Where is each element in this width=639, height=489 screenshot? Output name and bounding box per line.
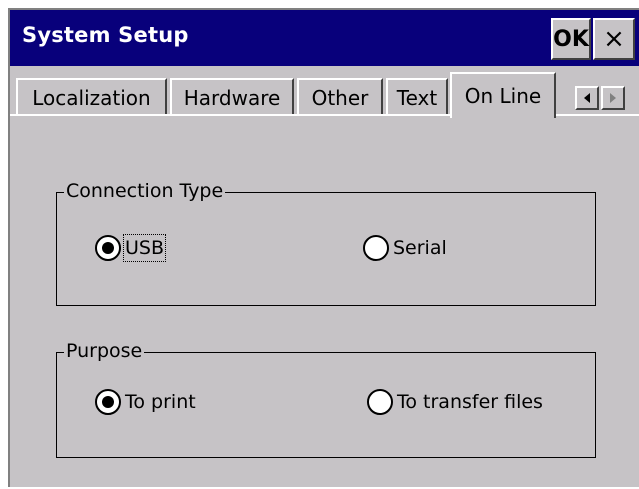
purpose-legend: Purpose: [64, 339, 145, 363]
ok-button[interactable]: OK: [551, 18, 591, 60]
title-bar: System Setup OK ×: [10, 10, 639, 66]
window-title: System Setup: [22, 23, 189, 47]
arrow-right-icon: [610, 93, 616, 103]
usb-radio-label: USB: [122, 234, 167, 262]
arrow-left-icon: [584, 93, 590, 103]
connection-type-group: Connection Type USB Serial: [56, 179, 596, 306]
radio-selected-icon: [95, 389, 121, 415]
system-setup-window: System Setup OK × Localization Hardware …: [8, 8, 639, 487]
to-transfer-files-radio[interactable]: To transfer files: [367, 389, 543, 415]
tab-hardware[interactable]: Hardware: [170, 78, 294, 116]
tab-localization[interactable]: Localization: [16, 78, 167, 116]
radio-unselected-icon: [363, 235, 389, 261]
to-transfer-files-radio-label: To transfer files: [397, 391, 543, 413]
radio-unselected-icon: [367, 389, 393, 415]
serial-radio[interactable]: Serial: [363, 235, 447, 261]
usb-radio[interactable]: USB: [95, 234, 167, 262]
on-line-tab-panel: Connection Type USB Serial Purpose To pr…: [10, 114, 639, 489]
tab-text[interactable]: Text: [386, 78, 448, 116]
close-button[interactable]: ×: [593, 18, 635, 60]
tab-scroll-left-button[interactable]: [575, 86, 599, 110]
to-print-radio[interactable]: To print: [95, 389, 196, 415]
to-print-radio-label: To print: [125, 391, 196, 413]
tab-on-line[interactable]: On Line: [450, 72, 556, 118]
tab-strip: Localization Hardware Other Text On Line: [10, 66, 639, 118]
connection-type-legend: Connection Type: [64, 179, 226, 203]
tab-scroll-right-button[interactable]: [601, 86, 625, 110]
radio-selected-icon: [95, 235, 121, 261]
purpose-group: Purpose To print To transfer files: [56, 339, 596, 458]
serial-radio-label: Serial: [393, 237, 447, 259]
tab-other[interactable]: Other: [297, 78, 383, 116]
